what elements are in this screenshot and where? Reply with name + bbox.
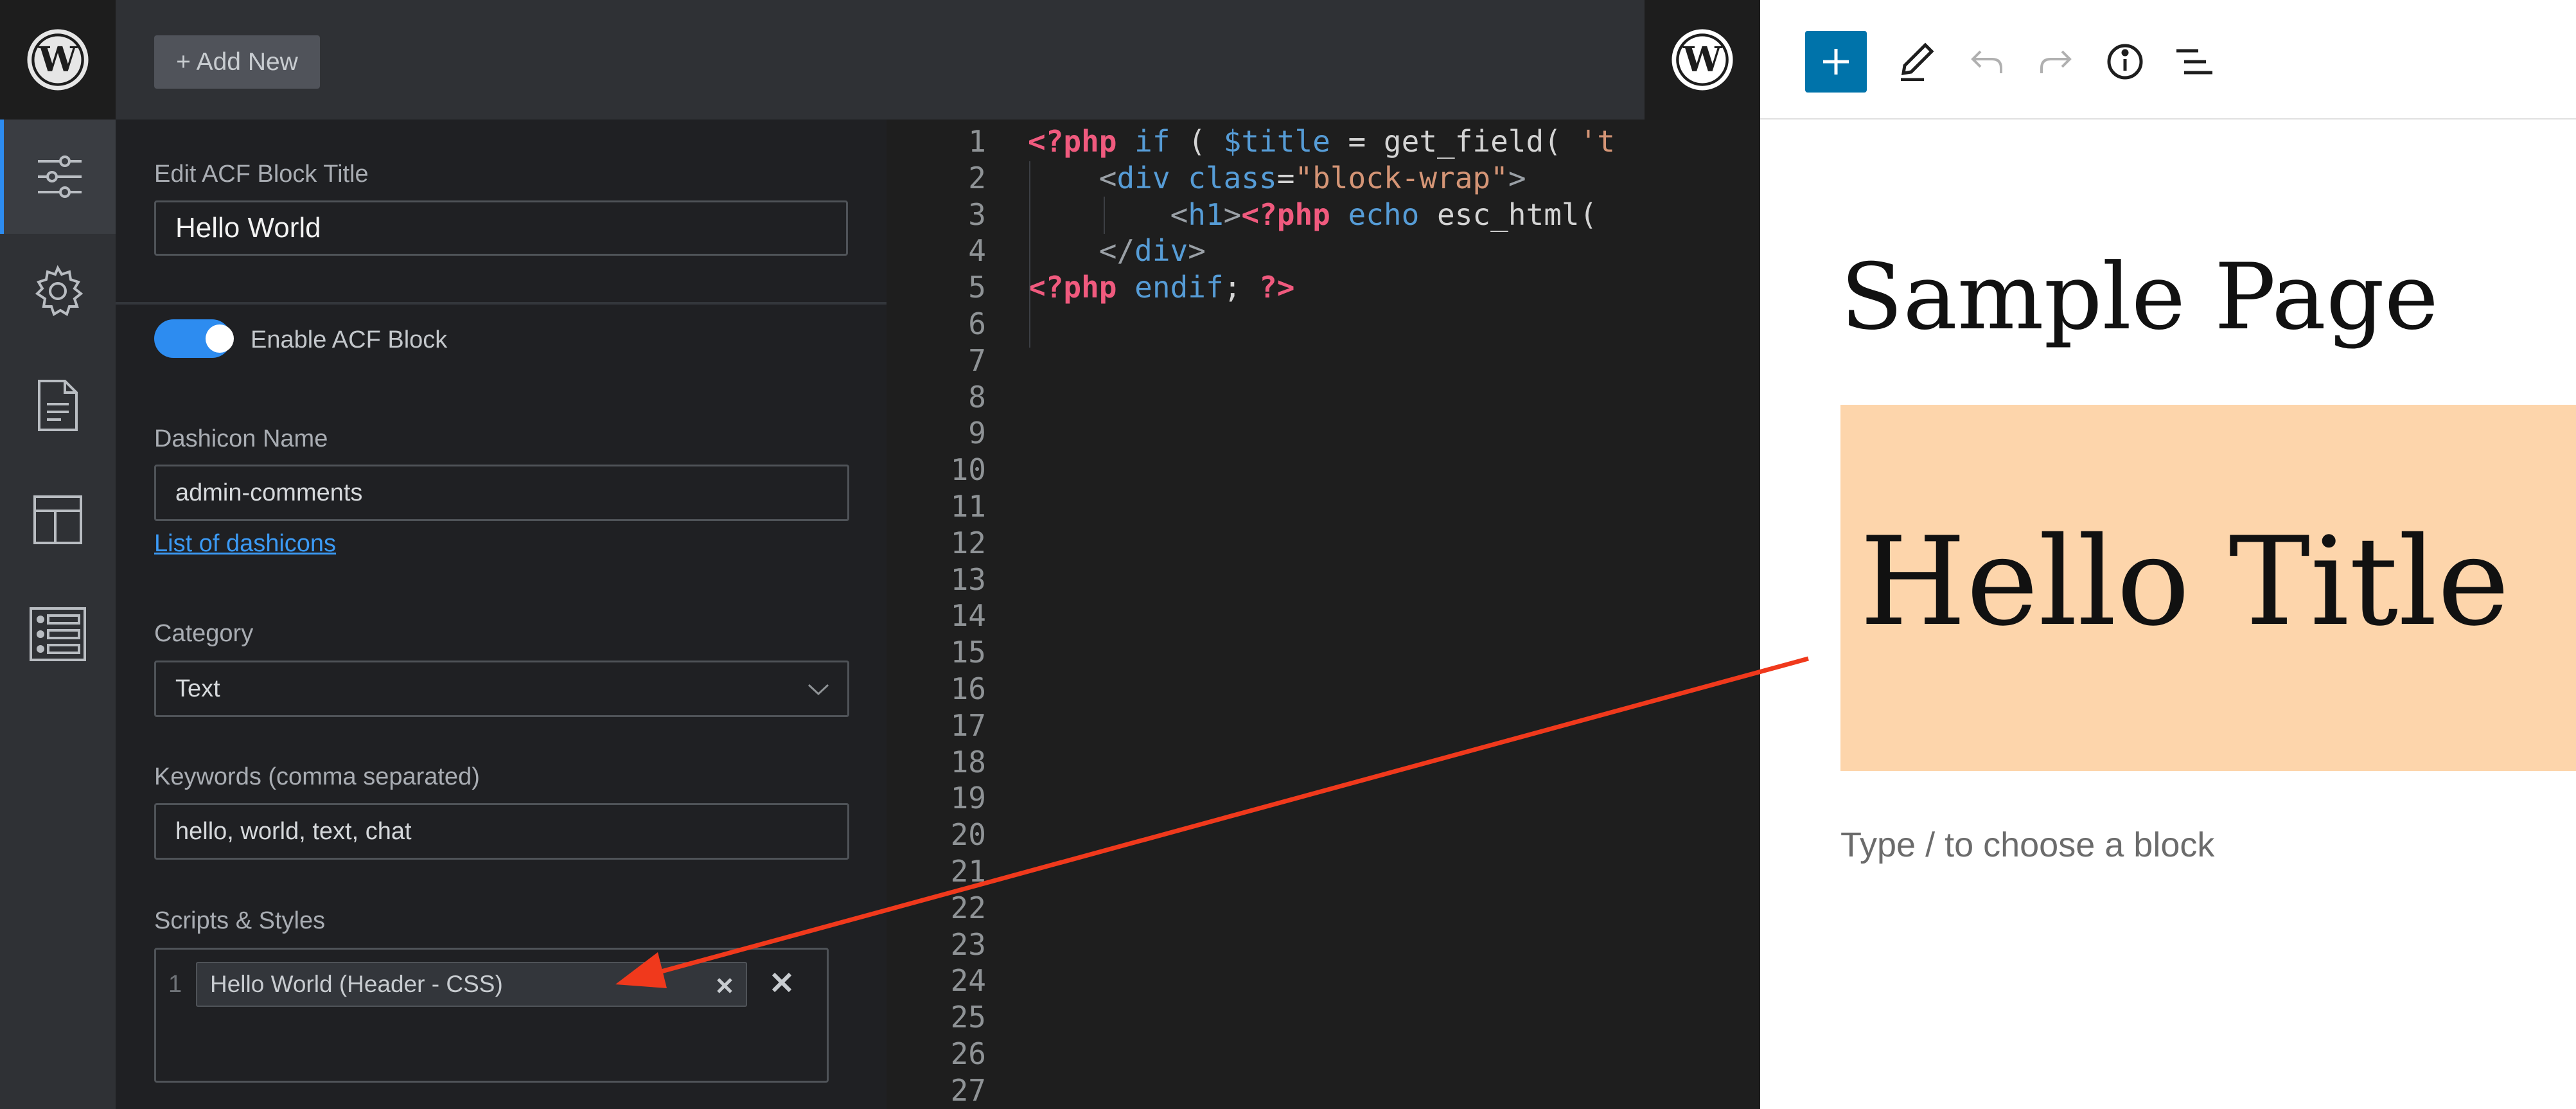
annotation-arrow <box>615 656 1809 988</box>
